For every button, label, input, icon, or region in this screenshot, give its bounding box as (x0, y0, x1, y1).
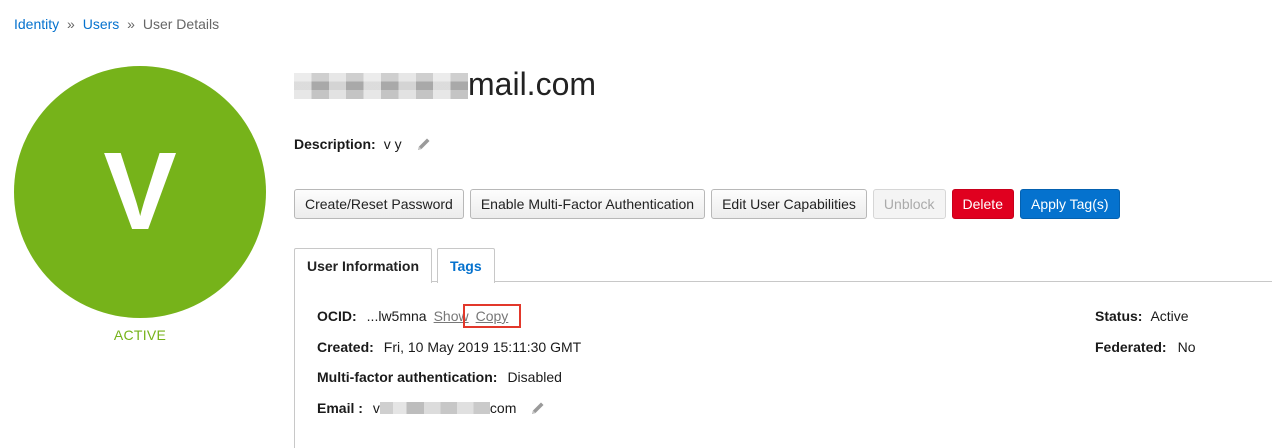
page-title-suffix: mail.com (468, 66, 597, 102)
copy-link[interactable]: Copy (476, 308, 509, 324)
breadcrumb-current: User Details (142, 16, 220, 32)
unblock-button[interactable]: Unblock (872, 189, 946, 219)
ocid-row: OCID: ...lw5mna Show Copy (317, 304, 522, 328)
redacted-text (379, 402, 490, 414)
edit-user-capabilities-button[interactable]: Edit User Capabilities (711, 189, 867, 219)
avatar: V (14, 66, 266, 318)
redacted-text (294, 73, 468, 99)
email-label: Email : (317, 400, 363, 416)
tab-tags[interactable]: Tags (437, 248, 495, 283)
email-prefix: v (372, 400, 380, 416)
status-row: Status: Active (1095, 308, 1189, 324)
email-suffix: com (489, 400, 517, 416)
breadcrumb: Identity » Users » User Details (14, 16, 219, 32)
tab-user-information[interactable]: User Information (294, 248, 433, 283)
mfa-row: Multi-factor authentication: Disabled (317, 369, 562, 385)
action-bar: Create/Reset Password Enable Multi-Facto… (294, 189, 1120, 219)
description-value: v y (383, 136, 402, 152)
pencil-icon[interactable] (416, 136, 432, 152)
create-reset-password-button[interactable]: Create/Reset Password (294, 189, 464, 219)
ocid-value: ...lw5mna (366, 308, 427, 324)
created-label: Created: (317, 339, 374, 355)
pencil-icon[interactable] (530, 400, 546, 416)
email-row: Email : v com (317, 400, 546, 416)
federated-label: Federated: (1095, 339, 1167, 355)
breadcrumb-separator: » (127, 16, 135, 32)
page-title: mail.com (294, 66, 596, 103)
mfa-label: Multi-factor authentication: (317, 369, 498, 385)
breadcrumb-identity[interactable]: Identity (14, 16, 59, 32)
description-label: Description: (294, 136, 376, 152)
status-label: Status: (1095, 308, 1143, 324)
status-value: Active (1150, 308, 1189, 324)
user-information-panel: OCID: ...lw5mna Show Copy Created: Fri, … (294, 282, 1272, 448)
avatar-initial: V (103, 130, 177, 253)
delete-button[interactable]: Delete (951, 189, 1014, 219)
created-row: Created: Fri, 10 May 2019 15:11:30 GMT (317, 339, 581, 355)
apply-tags-button[interactable]: Apply Tag(s) (1019, 189, 1120, 219)
tab-bar: User Information Tags (294, 248, 1272, 283)
description: Description: v y (294, 136, 432, 152)
created-value: Fri, 10 May 2019 15:11:30 GMT (383, 339, 582, 355)
mfa-value: Disabled (507, 369, 562, 385)
federated-value: No (1177, 339, 1196, 355)
avatar-status: ACTIVE (113, 327, 167, 343)
ocid-label: OCID: (317, 308, 357, 324)
copy-highlight: Copy (462, 304, 522, 328)
federated-row: Federated: No (1095, 339, 1195, 355)
enable-mfa-button[interactable]: Enable Multi-Factor Authentication (469, 189, 706, 219)
breadcrumb-users[interactable]: Users (83, 16, 120, 32)
breadcrumb-separator: » (67, 16, 75, 32)
